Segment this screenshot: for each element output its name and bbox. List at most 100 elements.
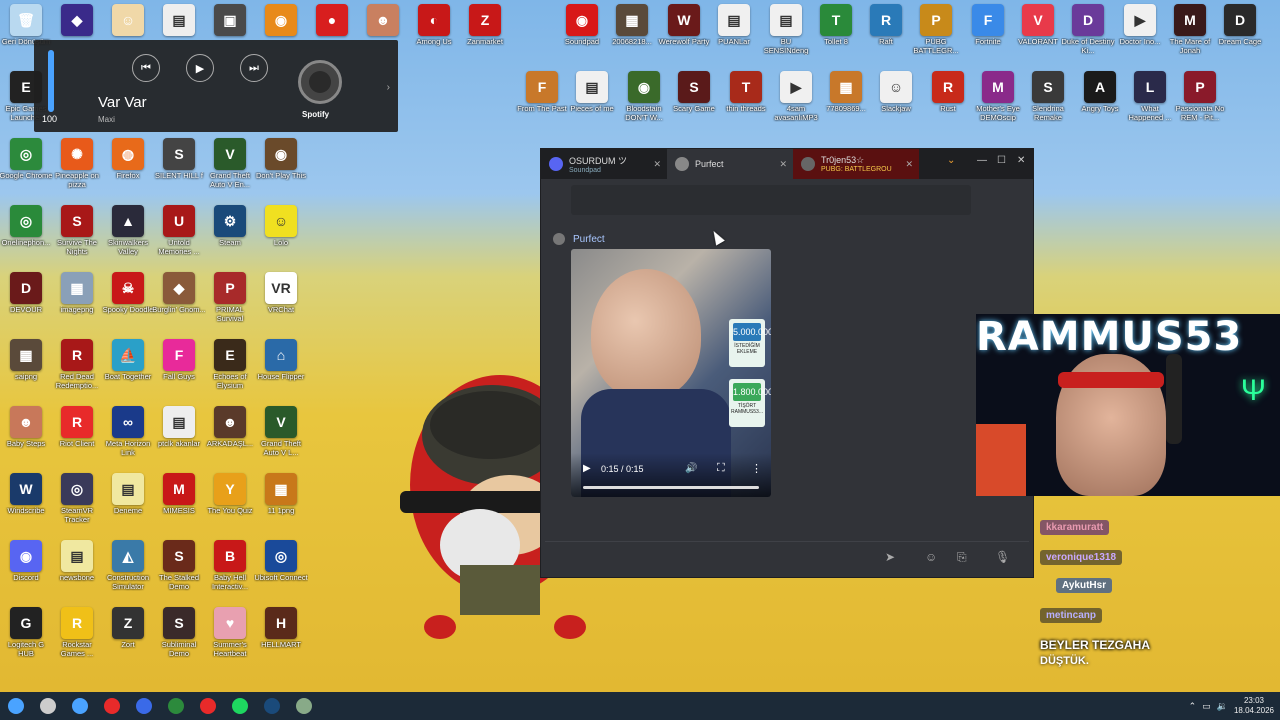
send-icon[interactable]: ➤ [885,550,895,564]
obs-icon[interactable] [99,693,125,719]
close-icon[interactable]: ✕ [905,159,913,170]
desktop-icon[interactable]: W Windscribe [0,473,52,537]
desktop-icon[interactable]: P PRIMAL Survival [204,272,256,336]
desktop-icon[interactable]: R Red Dead Redemptio... [51,339,103,403]
volume-icon[interactable]: 🔊 [685,463,697,474]
fullscreen-icon[interactable]: ⛶ [717,462,725,475]
extra-icon[interactable] [291,693,317,719]
attach-icon[interactable]: ⎘ [957,550,967,565]
desktop-icon[interactable]: ◎ SteamVR Tracker [51,473,103,537]
desktop-icon[interactable]: S Scary Game [668,71,720,135]
desktop-icon[interactable]: D Dream Cage [1214,4,1266,68]
desktop-icon[interactable]: ◎ Google Chrome [0,138,52,202]
play-icon[interactable]: ▶ [186,54,214,82]
desktop-icon[interactable]: M MIMESIS [153,473,205,537]
desktop-icon[interactable]: D DEVOUR [0,272,52,336]
desktop-icon[interactable]: S Survive The Nights [51,205,103,269]
desktop-icon[interactable]: M The Mare of Jonah [1164,4,1216,68]
desktop-icon[interactable]: A Angry Toys [1074,71,1126,135]
desktop-icon[interactable]: ◉ Discord [0,540,52,604]
desktop-icon[interactable]: V VALORANT [1012,4,1064,68]
tab-osurdum[interactable]: OSURDUM ツ Soundpad ✕ [541,149,667,179]
network-icon[interactable]: ▭ [1202,701,1211,712]
desktop-icon[interactable]: R Riot Client [51,406,103,470]
desktop-icon[interactable]: D Duke of Destiny Ki... [1062,4,1114,68]
desktop-icon[interactable]: ◆ Burglin' Gnom... [152,272,206,336]
desktop-icon[interactable]: ▦ 77809869... [820,71,872,135]
close-icon[interactable]: ✕ [653,159,661,170]
desktop-icon[interactable]: ⛵ Boat Together [102,339,154,403]
emoji-icon[interactable]: ☺ [925,550,937,564]
desktop-icon[interactable]: Y The You Quiz [204,473,256,537]
desktop-icon[interactable]: ◭ Construction Simulator [102,540,154,604]
desktop-icon[interactable]: E Echoes of Elysium [204,339,256,403]
desktop-icon[interactable]: V Grand Theft Auto V L... [255,406,307,470]
play-icon[interactable]: ▶ [583,463,591,474]
desktop-icon[interactable]: Z Zort [102,607,154,671]
desktop-icon[interactable]: P Passionata No REM - Pit... [1174,71,1226,135]
video-progress-bar[interactable] [583,486,759,489]
desktop-icon[interactable]: G Logitech G HUB [0,607,52,671]
skip-previous-icon[interactable]: ⏮ [132,54,160,82]
desktop-icon[interactable]: M Mother's Eye DEMOscip [972,71,1024,135]
desktop-icon[interactable]: S The Stalked Demo [153,540,205,604]
desktop-icon[interactable]: ◉ Don't Play This [255,138,307,202]
desktop-icon[interactable]: ◎ Onelinephon... [0,205,52,269]
desktop-icon[interactable]: Z Zanmarket [459,4,511,68]
chrome-icon[interactable] [163,693,189,719]
volume-bar[interactable] [48,50,54,112]
desktop-icon[interactable]: F Fortnite [962,4,1014,68]
desktop-icon[interactable]: ▤ Pieces of me [566,71,618,135]
desktop-icon[interactable]: U Untold Memories ... [153,205,205,269]
desktop-icon[interactable]: ▦ 20068218... [606,4,658,68]
desktop-icon[interactable]: W Werewolf Party [658,4,710,68]
tab-purfect[interactable]: Purfect ✕ [667,149,793,179]
desktop-icon[interactable]: R Raft [860,4,912,68]
desktop-icon[interactable]: ▤ PUANLar [708,4,760,68]
desktop-icon[interactable]: ◐ Among Us [408,4,460,68]
spotify-icon[interactable] [227,693,253,719]
desktop-icon[interactable]: F Fall Guys [153,339,205,403]
desktop-icon[interactable]: ◉ Soundpad [556,4,608,68]
desktop-icon[interactable]: ▶ 4sam avasanlıMP3 [770,71,822,135]
desktop-icon[interactable]: R Rockstar Games ... [51,607,103,671]
message-composer[interactable]: ➤ ☺ ⎘ 🎙 [545,541,1029,575]
steam-icon[interactable] [259,693,285,719]
desktop-icon[interactable]: S SILENT HILL f [153,138,205,202]
desktop-icon[interactable]: ▦ imagepng [51,272,103,336]
desktop-icon[interactable]: ☠ Spooky Doodle [102,272,154,336]
desktop-icon[interactable]: VR VRChat [255,272,307,336]
desktop-icon[interactable]: ▦ saipng [0,339,52,403]
desktop-icon[interactable]: L What Happened ... [1124,71,1176,135]
chevron-right-icon[interactable]: › [387,82,390,93]
desktop-icon[interactable]: S Slendrina Remake [1022,71,1074,135]
wallpaper-engine-icon[interactable] [67,693,93,719]
microphone-icon[interactable]: 🎙 [995,550,1010,564]
desktop-icon[interactable]: H HELLMART [255,607,307,671]
desktop-icon[interactable]: ◉ Bloodstain DON'T W... [618,71,670,135]
desktop-icon[interactable]: ◎ Ubisoft Connect [254,540,308,604]
clock[interactable]: 23:03 18.04.2026 [1234,696,1274,716]
desktop-icon[interactable]: ▤ Deneme [102,473,154,537]
desktop-icon[interactable]: R Rust [922,71,974,135]
desktop-icon[interactable]: ▤ BU SENSİNdeng [760,4,812,68]
youtube-icon[interactable] [195,693,221,719]
desktop-icon[interactable]: ☺ Lolo [255,205,307,269]
tab-trojen53[interactable]: Tr0jen53☆ PUBG: BATTLEGROU ✕ [793,149,919,179]
desktop-icon[interactable]: S Subliminal Demo [153,607,205,671]
desktop-icon[interactable]: ▲ Skinwalkers Valley [102,205,154,269]
desktop-icon[interactable]: ◍ Firefox [102,138,154,202]
skip-next-icon[interactable]: ⏭ [240,54,268,82]
whatsapp-icon[interactable] [131,693,157,719]
desktop-icon[interactable]: T Tollet 8 [810,4,862,68]
more-options-icon[interactable]: ⋮ [751,462,762,475]
desktop-icon[interactable]: ▶ Doctor Ino... [1114,4,1166,68]
desktop-icon[interactable]: P PUBG BATTLEGR... [910,4,962,68]
close-icon[interactable]: ✕ [779,159,787,170]
start-icon[interactable] [3,693,29,719]
desktop-icon[interactable]: V Grand Theft Auto V En... [204,138,256,202]
window-close-icon[interactable]: ✕ [1017,155,1025,166]
message-author[interactable]: Purfect [573,234,605,245]
maximize-icon[interactable]: ☐ [997,155,1006,166]
desktop-icon[interactable]: ∞ Meta Horizon Link [102,406,154,470]
